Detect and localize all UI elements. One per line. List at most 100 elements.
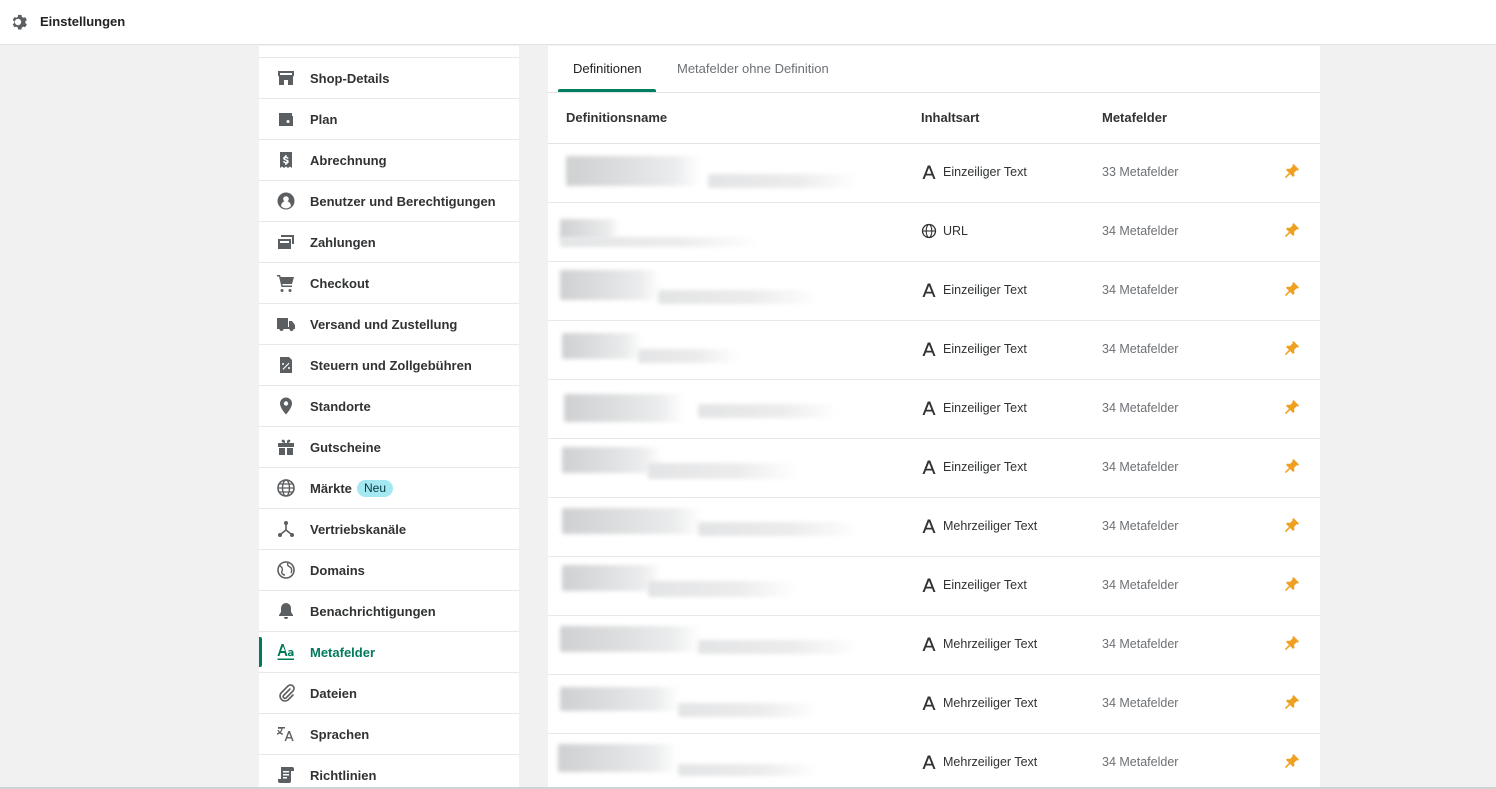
pin-icon[interactable]: [1284, 340, 1300, 356]
active-tab-indicator: [558, 89, 656, 92]
sidebar-item-users[interactable]: Benutzer und Berechtigungen: [259, 181, 519, 222]
redacted-definition-name: [562, 565, 662, 591]
tab-bar: Definitionen Metafelder ohne Definition: [548, 46, 1320, 93]
sidebar-item-domains[interactable]: Domains: [259, 550, 519, 591]
sidebar-item-label: Benutzer und Berechtigungen: [310, 193, 496, 209]
metafield-count: 34 Metafelder: [1102, 460, 1179, 474]
sidebar-item-checkout[interactable]: Checkout: [259, 263, 519, 304]
sidebar-item-shop-details[interactable]: Shop-Details: [259, 58, 519, 99]
truck-icon: [277, 318, 295, 331]
sidebar-item-files[interactable]: Dateien: [259, 673, 519, 714]
definitions-table-body: Einzeiliger Text 33 Metafelder URL 34 Metaf…: [548, 144, 1320, 789]
redacted-definition-namespace: [560, 237, 760, 247]
text-a-icon: [921, 518, 937, 534]
payments-icon: [278, 235, 294, 249]
location-pin-icon: [280, 397, 292, 415]
sidebar-item-label: Märkte: [310, 480, 352, 496]
tab-definitions[interactable]: Definitionen: [573, 61, 642, 76]
metafield-count: 34 Metafelder: [1102, 755, 1179, 769]
pin-icon[interactable]: [1284, 281, 1300, 297]
redacted-definition-name: [560, 626, 700, 652]
text-a-icon: [921, 459, 937, 475]
pin-icon[interactable]: [1284, 635, 1300, 651]
sidebar-item-label: Steuern und Zollgebühren: [310, 357, 472, 373]
pin-icon[interactable]: [1284, 163, 1300, 179]
redacted-definition-name: [566, 156, 701, 186]
metafield-count: 34 Metafelder: [1102, 519, 1179, 533]
table-row[interactable]: Einzeiliger Text 34 Metafelder: [548, 380, 1320, 439]
policy-icon: [278, 767, 294, 783]
redacted-definition-namespace: [708, 174, 858, 188]
table-row[interactable]: Einzeiliger Text 34 Metafelder: [548, 262, 1320, 321]
sidebar-item-sales-channels[interactable]: Vertriebskanäle: [259, 509, 519, 550]
sidebar-item-notifications[interactable]: Benachrichtigungen: [259, 591, 519, 632]
metafield-count: 34 Metafelder: [1102, 224, 1179, 238]
redacted-definition-namespace: [698, 404, 838, 418]
table-row[interactable]: Mehrzeiliger Text 34 Metafelder: [548, 734, 1320, 789]
sidebar-item-label: Standorte: [310, 398, 371, 414]
pin-icon[interactable]: [1284, 222, 1300, 238]
sidebar-item-label: Shop-Details: [310, 70, 390, 86]
text-a-icon: [921, 164, 937, 180]
sidebar-item-label: Vertriebskanäle: [310, 521, 407, 537]
sidebar-item-policies[interactable]: Richtlinien: [259, 755, 519, 789]
pin-icon[interactable]: [1284, 399, 1300, 415]
pin-icon[interactable]: [1284, 576, 1300, 592]
sidebar-item-plan[interactable]: Plan: [259, 99, 519, 140]
bill-icon: [280, 152, 292, 168]
table-row[interactable]: Einzeiliger Text 34 Metafelder: [548, 439, 1320, 498]
text-a-icon: [921, 754, 937, 770]
cart-icon: [277, 275, 294, 292]
column-header-content-type: Inhaltsart: [921, 110, 980, 125]
table-row[interactable]: Mehrzeiliger Text 34 Metafelder: [548, 616, 1320, 675]
pin-icon[interactable]: [1284, 753, 1300, 769]
metafield-count: 34 Metafelder: [1102, 696, 1179, 710]
content-type-label: Mehrzeiliger Text: [943, 696, 1038, 710]
redacted-definition-name: [562, 333, 642, 359]
table-header: Definitionsname Inhaltsart Metafelder: [548, 93, 1320, 144]
sidebar-item-languages[interactable]: Sprachen: [259, 714, 519, 755]
pin-icon[interactable]: [1284, 458, 1300, 474]
metafields-icon: [277, 644, 294, 660]
table-row[interactable]: Mehrzeiliger Text 34 Metafelder: [548, 675, 1320, 734]
content-type-label: Mehrzeiliger Text: [943, 755, 1038, 769]
settings-sidebar: Shop-Details Plan Abrechnung Benutzer un…: [259, 46, 519, 789]
table-row[interactable]: URL 34 Metafelder: [548, 203, 1320, 262]
tab-metafields-without-definition[interactable]: Metafelder ohne Definition: [677, 61, 829, 76]
content-type-label: Mehrzeiliger Text: [943, 519, 1038, 533]
sidebar-item-label: Sprachen: [310, 726, 370, 742]
text-a-icon: [921, 695, 937, 711]
redacted-definition-name: [560, 687, 680, 711]
sidebar-item-label: Metafelder: [310, 644, 376, 660]
globe-icon: [277, 479, 295, 497]
page-title: Einstellungen: [40, 14, 126, 29]
sidebar-item-markets[interactable]: Märkte Neu: [259, 468, 519, 509]
pin-icon[interactable]: [1284, 517, 1300, 533]
table-row[interactable]: Einzeiliger Text 34 Metafelder: [548, 557, 1320, 616]
sidebar-item-metafields[interactable]: Metafelder: [259, 632, 519, 673]
sidebar-item-billing[interactable]: Abrechnung: [259, 140, 519, 181]
top-bar: Einstellungen: [0, 0, 1496, 45]
sidebar-item-locations[interactable]: Standorte: [259, 386, 519, 427]
metafield-count: 34 Metafelder: [1102, 401, 1179, 415]
pin-icon[interactable]: [1284, 694, 1300, 710]
redacted-definition-name: [562, 508, 702, 534]
sidebar-item-shipping[interactable]: Versand und Zustellung: [259, 304, 519, 345]
table-row[interactable]: Mehrzeiliger Text 34 Metafelder: [548, 498, 1320, 557]
sidebar-item-label: Domains: [310, 562, 365, 578]
user-circle-icon: [277, 192, 295, 210]
sidebar-item-taxes[interactable]: Steuern und Zollgebühren: [259, 345, 519, 386]
sidebar-item-payments[interactable]: Zahlungen: [259, 222, 519, 263]
sidebar-item-label: Plan: [310, 111, 338, 127]
sidebar-item-gift-cards[interactable]: Gutscheine: [259, 427, 519, 468]
table-row[interactable]: Einzeiliger Text 34 Metafelder: [548, 321, 1320, 380]
table-row[interactable]: Einzeiliger Text 33 Metafelder: [548, 144, 1320, 203]
gift-icon: [278, 439, 294, 455]
store-icon: [278, 71, 294, 85]
text-a-icon: [921, 636, 937, 652]
redacted-definition-namespace: [698, 522, 858, 536]
column-header-metafields: Metafelder: [1102, 110, 1168, 125]
metafield-count: 34 Metafelder: [1102, 283, 1179, 297]
sidebar-item-label: Richtlinien: [310, 767, 377, 783]
content-type-label: Einzeiliger Text: [943, 578, 1027, 592]
